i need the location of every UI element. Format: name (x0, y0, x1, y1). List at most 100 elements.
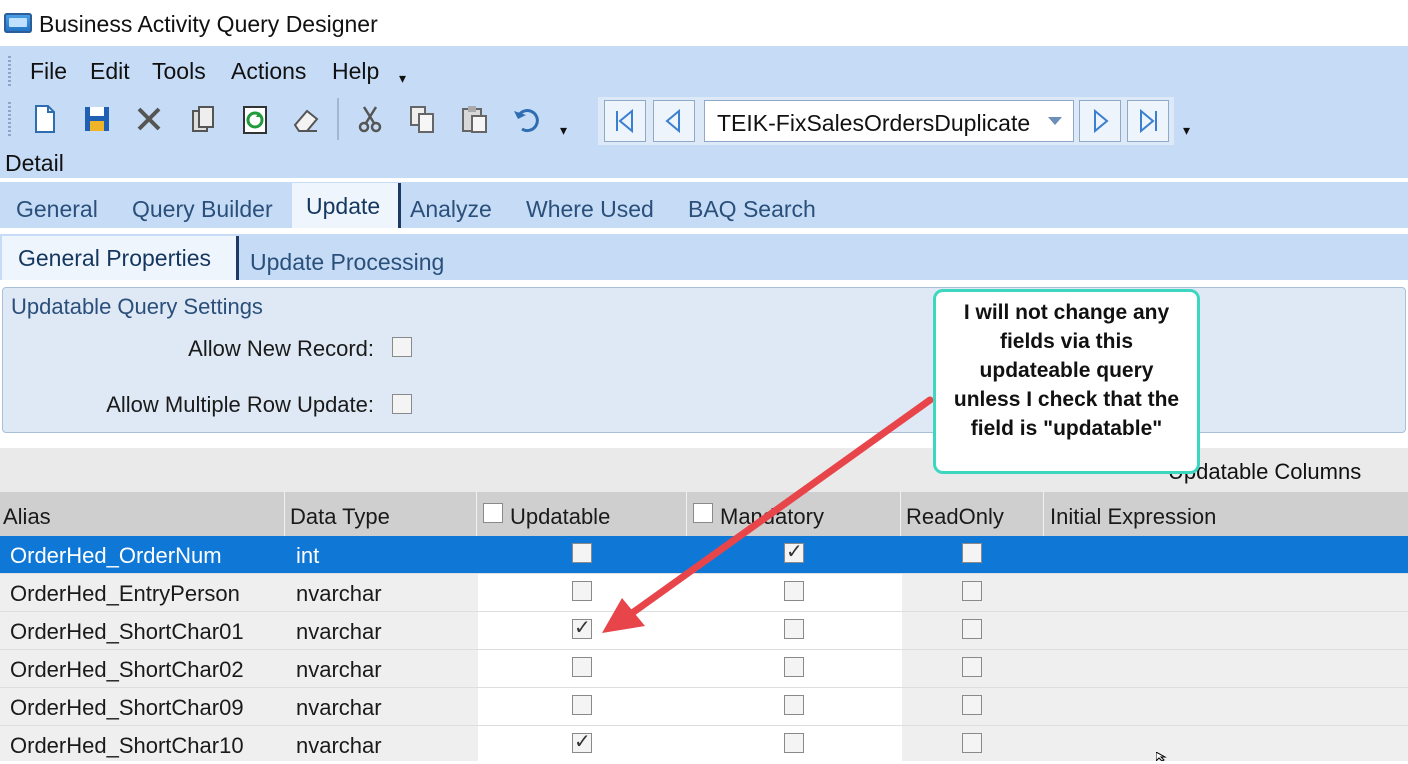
data-type-cell: nvarchar (296, 695, 382, 720)
menu-actions[interactable]: Actions (231, 58, 306, 85)
last-record-button[interactable] (1127, 100, 1169, 142)
data-type-cell: nvarchar (296, 581, 382, 606)
row-bg (478, 612, 902, 650)
menu-overflow-icon[interactable]: ▾ (399, 70, 406, 87)
readonly-checkbox[interactable] (962, 695, 982, 715)
row-bg (478, 688, 902, 726)
query-name: TEIK-FixSalesOrdersDuplicate (717, 110, 1031, 136)
row-divider (0, 573, 1408, 574)
mandatory-checkbox[interactable] (784, 539, 804, 564)
updatable-checkbox[interactable] (572, 729, 592, 754)
alias-cell: OrderHed_ShortChar09 (10, 695, 244, 720)
readonly-checkbox[interactable] (962, 543, 982, 563)
row-bg (478, 574, 902, 612)
row-bg (478, 726, 902, 761)
alias-cell: OrderHed_EntryPerson (10, 581, 240, 606)
clear-icon[interactable] (289, 102, 325, 136)
menu-grip[interactable] (8, 56, 11, 86)
table-row[interactable]: OrderHed_EntryPerson nvarchar (0, 574, 1408, 612)
allow-new-record-checkbox[interactable] (392, 337, 412, 357)
updatable-checkbox[interactable] (572, 695, 592, 715)
updatable-select-all-checkbox[interactable] (483, 503, 503, 523)
menu-file[interactable]: File (30, 58, 67, 85)
row-divider (0, 611, 1408, 612)
allow-multiple-row-update-checkbox[interactable] (392, 394, 412, 414)
menu-bar (0, 46, 1408, 94)
table-row[interactable]: OrderHed_ShortChar09 nvarchar (0, 688, 1408, 726)
column-divider (686, 492, 687, 536)
row-divider (0, 725, 1408, 726)
mandatory-checkbox[interactable] (784, 581, 804, 601)
readonly-checkbox[interactable] (962, 733, 982, 753)
save-icon[interactable] (79, 102, 115, 136)
mandatory-select-all-checkbox[interactable] (693, 503, 713, 523)
previous-record-button[interactable] (653, 100, 695, 142)
column-header-mandatory[interactable]: Mandatory (720, 504, 824, 530)
copy-icon[interactable] (404, 102, 440, 136)
callout-text: I will not change any fields via this up… (953, 301, 1180, 440)
column-header-alias[interactable]: Alias (3, 504, 51, 530)
next-record-button[interactable] (1079, 100, 1121, 142)
first-record-button[interactable] (604, 100, 646, 142)
data-type-cell: nvarchar (296, 657, 382, 682)
menu-tools[interactable]: Tools (152, 58, 206, 85)
toolbar-grip[interactable] (8, 102, 11, 138)
subtab-general-properties[interactable]: General Properties (18, 245, 211, 272)
menu-edit[interactable]: Edit (90, 58, 130, 85)
tab-general[interactable]: General (16, 196, 98, 223)
cursor-icon (1156, 752, 1167, 761)
column-header-initial-expression[interactable]: Initial Expression (1050, 504, 1216, 530)
settings-title: Updatable Query Settings (11, 294, 263, 319)
tab-baq-search[interactable]: BAQ Search (688, 196, 816, 223)
cut-icon[interactable] (352, 102, 388, 136)
table-row[interactable]: OrderHed_OrderNum int (0, 536, 1408, 574)
tab-query-builder[interactable]: Query Builder (132, 196, 273, 223)
chevron-down-icon[interactable] (1041, 105, 1069, 137)
readonly-checkbox[interactable] (962, 619, 982, 639)
updatable-checkbox[interactable] (572, 657, 592, 677)
allow-multiple-row-update-label: Allow Multiple Row Update: (106, 392, 374, 417)
data-type-cell: nvarchar (296, 619, 382, 644)
column-divider (284, 492, 285, 536)
alias-cell: OrderHed_ShortChar02 (10, 657, 244, 682)
alias-cell: OrderHed_ShortChar10 (10, 733, 244, 758)
updatable-checkbox[interactable] (572, 581, 592, 601)
attach-icon[interactable] (185, 102, 221, 136)
row-divider (0, 687, 1408, 688)
new-icon[interactable] (26, 102, 62, 136)
window-title: Business Activity Query Designer (39, 11, 378, 37)
readonly-checkbox[interactable] (962, 581, 982, 601)
mandatory-checkbox[interactable] (784, 619, 804, 639)
table-row[interactable]: OrderHed_ShortChar01 nvarchar (0, 612, 1408, 650)
column-header-updatable[interactable]: Updatable (510, 504, 610, 530)
toolbar-overflow-icon[interactable]: ▾ (560, 122, 567, 139)
tab-analyze[interactable]: Analyze (410, 196, 492, 223)
tab-where-used[interactable]: Where Used (526, 196, 654, 223)
mandatory-checkbox[interactable] (784, 657, 804, 677)
delete-icon[interactable] (131, 102, 167, 136)
column-header-readonly[interactable]: ReadOnly (906, 504, 1004, 530)
readonly-checkbox[interactable] (962, 657, 982, 677)
refresh-icon[interactable] (237, 102, 273, 136)
undo-icon[interactable] (508, 102, 544, 136)
alias-cell: OrderHed_ShortChar01 (10, 619, 244, 644)
table-row[interactable]: OrderHed_ShortChar10 nvarchar (0, 726, 1408, 764)
row-divider (0, 649, 1408, 650)
detail-header (0, 146, 1408, 178)
toolbar-separator (337, 98, 339, 140)
updatable-checkbox[interactable] (572, 615, 592, 640)
menu-help[interactable]: Help (332, 58, 379, 85)
mandatory-checkbox[interactable] (784, 695, 804, 715)
subtab-update-processing[interactable]: Update Processing (250, 249, 444, 276)
column-header-data-type[interactable]: Data Type (290, 504, 390, 530)
paste-icon[interactable] (456, 102, 492, 136)
table-row[interactable]: OrderHed_ShortChar02 nvarchar (0, 650, 1408, 688)
tab-update[interactable]: Update (306, 193, 380, 220)
row-bg (478, 650, 902, 688)
detail-label: Detail (5, 150, 64, 176)
updatable-checkbox[interactable] (572, 543, 592, 563)
query-selector[interactable]: TEIK-FixSalesOrdersDuplicate (704, 100, 1074, 142)
mandatory-checkbox[interactable] (784, 733, 804, 753)
column-divider (1043, 492, 1044, 536)
nav-overflow-icon[interactable]: ▾ (1183, 122, 1190, 139)
